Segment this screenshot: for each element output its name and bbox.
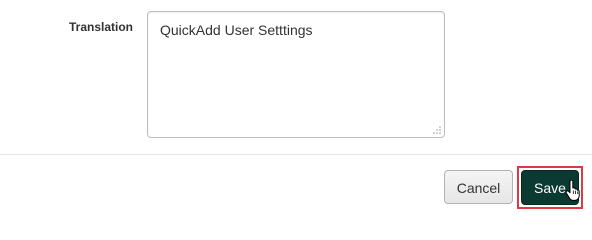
settings-translation-panel: Translation QuickAdd User Setttings Canc… bbox=[0, 0, 592, 216]
translation-form-row: Translation QuickAdd User Setttings bbox=[0, 0, 592, 150]
resize-grip-icon[interactable] bbox=[433, 126, 441, 134]
translation-textarea[interactable]: QuickAdd User Setttings bbox=[148, 12, 444, 137]
translation-textarea-wrapper[interactable]: QuickAdd User Setttings bbox=[147, 11, 445, 138]
form-footer-divider bbox=[0, 154, 592, 155]
cancel-button[interactable]: Cancel bbox=[444, 170, 513, 204]
translation-label: Translation bbox=[69, 20, 134, 34]
hand-pointer-icon bbox=[565, 180, 580, 201]
